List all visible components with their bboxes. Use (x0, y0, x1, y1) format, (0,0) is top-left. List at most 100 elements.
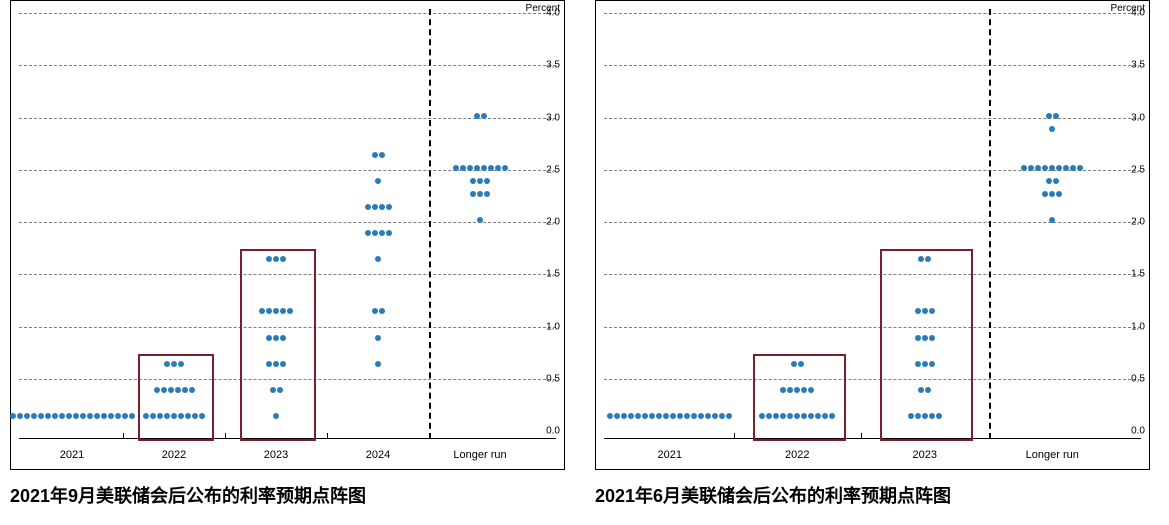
dot (1056, 165, 1062, 171)
dot (164, 413, 170, 419)
y-tick-label: 2.5 (546, 164, 560, 175)
dot (794, 413, 800, 419)
y-tick-label: 1.0 (546, 321, 560, 332)
x-tick-label: 2023 (913, 449, 937, 461)
dot (922, 361, 928, 367)
x-tick-label: 2024 (366, 449, 390, 461)
dot (24, 413, 30, 419)
dot (808, 387, 814, 393)
dot (801, 387, 807, 393)
dot (273, 413, 279, 419)
dot (171, 361, 177, 367)
dot (1049, 165, 1055, 171)
dot (915, 413, 921, 419)
dot (386, 230, 392, 236)
gridline (19, 13, 556, 14)
dot (375, 335, 381, 341)
dot (1056, 191, 1062, 197)
dot (929, 413, 935, 419)
dot (259, 308, 265, 314)
dot (484, 178, 490, 184)
x-tick-label: 2021 (60, 449, 84, 461)
gridline (604, 118, 1141, 119)
x-tick (327, 433, 328, 439)
y-tick-label: 1.0 (1131, 321, 1145, 332)
dot (115, 413, 121, 419)
dot (780, 413, 786, 419)
dot (175, 387, 181, 393)
dot (266, 308, 272, 314)
dot (780, 387, 786, 393)
dot (815, 413, 821, 419)
highlight-box (753, 354, 846, 441)
dot-plot-jun-2021: Percent0.00.51.01.52.02.53.03.54.0202120… (595, 0, 1150, 508)
dot (372, 308, 378, 314)
dot (280, 256, 286, 262)
x-tick-label: 2023 (264, 449, 288, 461)
dot (266, 256, 272, 262)
dot (273, 308, 279, 314)
dot (192, 413, 198, 419)
y-tick-label: 1.5 (546, 269, 560, 280)
gridline (19, 222, 556, 223)
dot (122, 413, 128, 419)
dot (908, 413, 914, 419)
dot (1049, 126, 1055, 132)
dot (794, 387, 800, 393)
x-tick-label: Longer run (1026, 449, 1079, 461)
dot (470, 191, 476, 197)
gridline (604, 327, 1141, 328)
dot (365, 204, 371, 210)
gridline (604, 65, 1141, 66)
dot (481, 165, 487, 171)
dot (1049, 191, 1055, 197)
y-tick-label: 0.5 (1131, 373, 1145, 384)
caption-left: 2021年9月美联储会后公布的利率预期点阵图 (10, 482, 565, 508)
dot (477, 217, 483, 223)
dot (922, 335, 928, 341)
dot (17, 413, 23, 419)
dot (808, 413, 814, 419)
dot (129, 413, 135, 419)
x-tick-label: 2021 (658, 449, 682, 461)
dot (481, 113, 487, 119)
y-tick-label: 0.0 (546, 426, 560, 437)
dot (108, 413, 114, 419)
dot (375, 361, 381, 367)
dot (663, 413, 669, 419)
dot (372, 204, 378, 210)
dot (467, 165, 473, 171)
dot (66, 413, 72, 419)
dot (52, 413, 58, 419)
dot (372, 230, 378, 236)
dot (1053, 113, 1059, 119)
gridline (604, 13, 1141, 14)
dot (1035, 165, 1041, 171)
dot (45, 413, 51, 419)
dot (925, 387, 931, 393)
dot (759, 413, 765, 419)
dot (280, 361, 286, 367)
dot (150, 413, 156, 419)
dot (798, 361, 804, 367)
dot (453, 165, 459, 171)
dot (488, 165, 494, 171)
dot (379, 308, 385, 314)
dot (386, 204, 392, 210)
figure-container: { "chart_data": [ { "type": "scatter", "… (0, 0, 1169, 525)
dot (1046, 113, 1052, 119)
dot (495, 165, 501, 171)
dot (677, 413, 683, 419)
dot (918, 256, 924, 262)
dot (273, 361, 279, 367)
dot (94, 413, 100, 419)
dot (379, 204, 385, 210)
dot (607, 413, 613, 419)
dot (822, 413, 828, 419)
dot (918, 387, 924, 393)
y-tick-label: 0.0 (1131, 426, 1145, 437)
dot (1077, 165, 1083, 171)
dot (375, 256, 381, 262)
y-tick-label: 1.5 (1131, 269, 1145, 280)
x-tick (123, 433, 124, 439)
